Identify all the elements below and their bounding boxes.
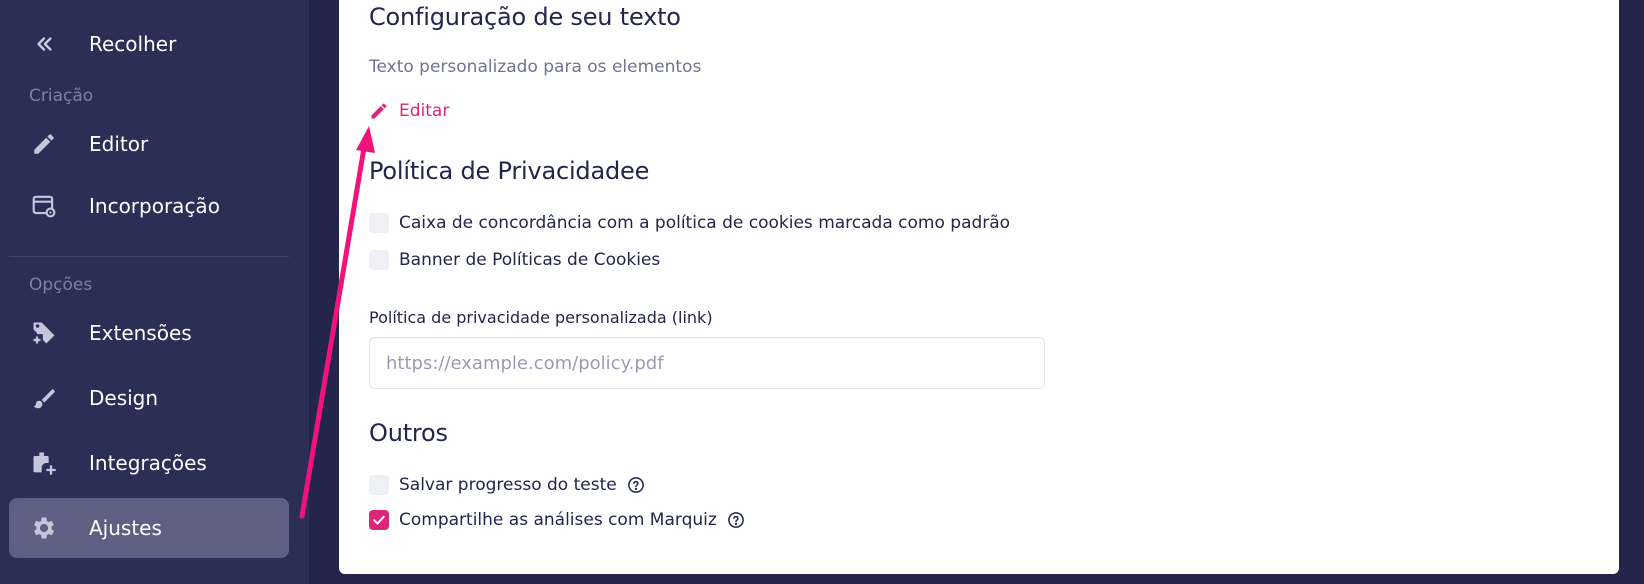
plugin-plus-icon (29, 448, 59, 478)
cookie-banner-checkbox-row[interactable]: Banner de Políticas de Cookies (369, 250, 660, 270)
sidebar-item-editor[interactable]: Editor (9, 114, 289, 174)
sidebar-item-embed[interactable]: Incorporação (9, 176, 289, 236)
sidebar-item-label: Extensões (89, 321, 192, 345)
puzzle-plus-icon (29, 318, 59, 348)
cookie-banner-checkbox[interactable] (369, 250, 389, 270)
text-config-subtitle: Texto personalizado para os elementos (369, 57, 702, 77)
text-config-title: Configuração de seu texto (369, 3, 681, 31)
brush-icon (29, 383, 59, 413)
sidebar: Recolher Criação Editor Incorporação Opç… (0, 0, 309, 584)
settings-panel: Configuração de seu texto Texto personal… (339, 0, 1619, 574)
save-progress-checkbox-row[interactable]: Salvar progresso do teste (369, 475, 645, 495)
cookie-default-checkbox[interactable] (369, 213, 389, 233)
share-analytics-checkbox[interactable] (369, 510, 389, 530)
sidebar-item-label: Recolher (89, 32, 177, 56)
section-label-creation: Criação (29, 86, 94, 106)
sidebar-divider (9, 256, 289, 257)
checkmark-icon (373, 515, 385, 525)
cookie-default-checkbox-row[interactable]: Caixa de concordância com a política de … (369, 213, 1010, 233)
sidebar-item-design[interactable]: Design (9, 368, 289, 428)
sidebar-item-collapse[interactable]: Recolher (9, 14, 289, 74)
section-label-options: Opções (29, 275, 93, 295)
checkbox-label: Banner de Políticas de Cookies (399, 250, 661, 270)
sidebar-item-settings[interactable]: Ajustes (9, 498, 289, 558)
pencil-icon (371, 103, 387, 119)
edit-label: Editar (399, 101, 450, 121)
share-analytics-checkbox-row[interactable]: Compartilhe as análises com Marquiz (369, 510, 745, 530)
sidebar-item-label: Ajustes (89, 516, 162, 540)
question-circle-icon[interactable] (627, 476, 645, 494)
privacy-title: Política de Privacidadee (369, 157, 650, 185)
sidebar-item-label: Editor (89, 132, 149, 156)
chevrons-left-icon (29, 29, 59, 59)
checkbox-label: Compartilhe as análises com Marquiz (399, 510, 717, 530)
privacy-link-label: Política de privacidade personalizada (l… (369, 308, 713, 327)
pencil-icon (29, 129, 59, 159)
privacy-link-input[interactable] (369, 337, 1045, 389)
sidebar-item-extensions[interactable]: Extensões (9, 303, 289, 363)
gear-icon (29, 513, 59, 543)
sidebar-item-label: Design (89, 386, 159, 410)
sidebar-item-label: Integrações (89, 451, 207, 475)
sidebar-item-label: Incorporação (89, 194, 220, 218)
checkbox-label: Salvar progresso do teste (399, 475, 617, 495)
embed-window-gear-icon (29, 191, 59, 221)
question-circle-icon[interactable] (727, 511, 745, 529)
checkbox-label: Caixa de concordância com a política de … (399, 213, 1011, 233)
save-progress-checkbox[interactable] (369, 475, 389, 495)
others-title: Outros (369, 419, 448, 447)
sidebar-item-integrations[interactable]: Integrações (9, 433, 289, 493)
edit-text-link[interactable]: Editar (369, 101, 449, 121)
